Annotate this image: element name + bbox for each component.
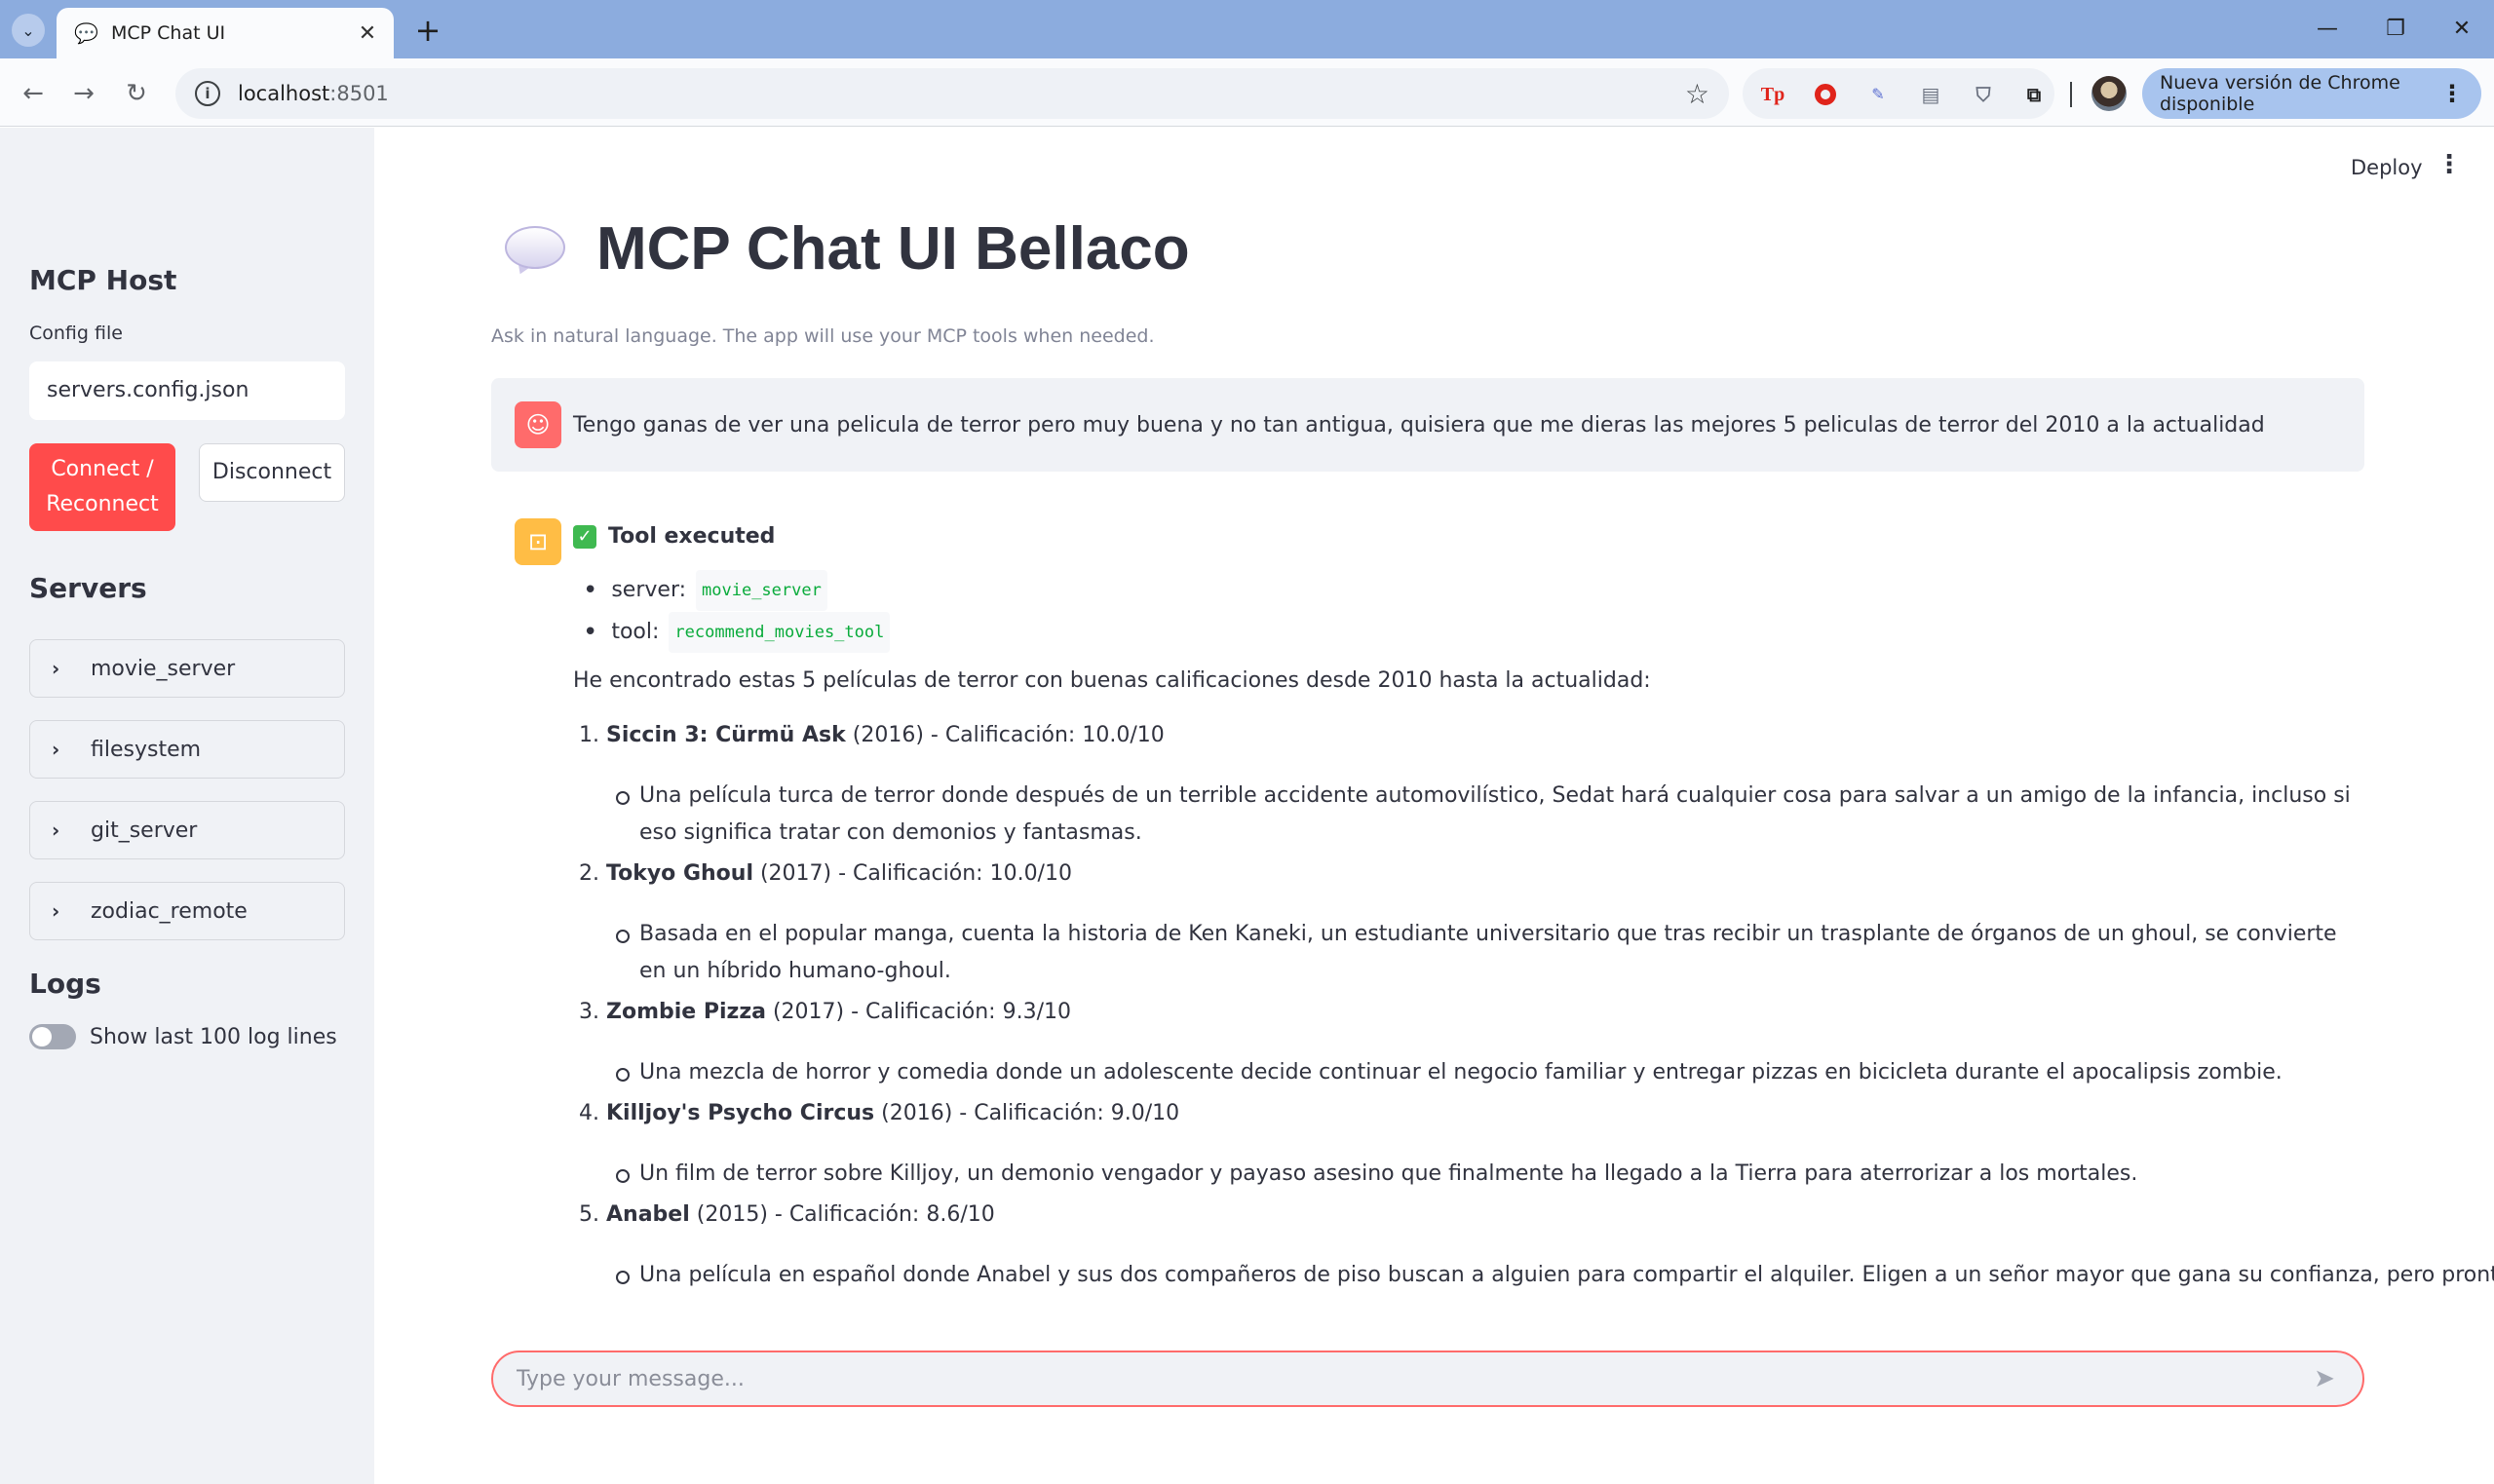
new-tab-plus-icon[interactable]: + [409,12,446,49]
url-text[interactable]: localhost:8501 [238,82,1685,105]
movie-meta: (2017) - Calificación: 9.3/10 [765,1000,1071,1024]
tp-extension-icon[interactable]: Tp [1758,80,1787,109]
page-caption: Ask in natural language. The app will us… [491,325,1155,347]
tool-code: recommend_movies_tool [669,611,891,653]
movie-description: Una película en español donde Anabel y s… [606,1257,2494,1294]
assistant-chat-message: ✓ Tool executed server: movie_server too… [573,520,2494,1294]
server-expander-zodiac-remote[interactable]: › zodiac_remote [29,882,345,940]
server-expander-movie-server[interactable]: › movie_server [29,639,345,698]
user-chat-message: ☺ Tengo ganas de ver una pelicula de ter… [491,378,2364,472]
restore-icon[interactable]: ❐ [2366,10,2425,49]
tool-executed-status: ✓ Tool executed [573,520,2366,553]
speech-bubble-icon [501,220,569,279]
chevron-right-icon: › [52,738,60,761]
shield-extension-icon[interactable]: ⛉ [1969,80,1998,109]
movie-meta: (2015) - Calificación: 8.6/10 [689,1202,995,1227]
movie-item: 4. Killjoy's Psycho Circus (2016) - Cali… [573,1095,2366,1193]
page-extension-icon[interactable]: ▤ [1916,80,1945,109]
extensions-bar: Tp ✎ ▤ ⛉ ⧉ [1743,68,2054,119]
assistant-intro-text: He encontrado estas 5 películas de terro… [573,668,1651,693]
tab-search-chevron-icon[interactable]: ⌄ [12,14,45,47]
server-expander-git-server[interactable]: › git_server [29,801,345,859]
toolbar-divider [2070,82,2072,107]
user-message-text: Tengo ganas de ver una pelicula de terro… [573,412,2265,438]
back-arrow-icon[interactable]: ← [14,74,53,113]
extensions-puzzle-icon[interactable]: ⧉ [2019,80,2049,109]
tool-server-item: server: movie_server [583,569,2366,611]
more-vertical-icon[interactable]: ⋮ [2440,80,2464,107]
send-arrow-icon[interactable]: ➤ [2310,1364,2339,1393]
address-bar[interactable]: i localhost:8501 ☆ [175,68,1729,119]
movie-meta: (2017) - Calificación: 10.0/10 [752,861,1072,886]
browser-tab[interactable]: 💬 MCP Chat UI ✕ [57,8,394,58]
movie-item: 2. Tokyo Ghoul (2017) - Calificación: 10… [573,856,2366,990]
movie-meta: (2016) - Calificación: 10.0/10 [845,723,1165,747]
movie-list: 1. Siccin 3: Cürmü Ask (2016) - Califica… [573,717,2494,1294]
main-menu-icon[interactable]: ⋮ [2436,150,2462,179]
logs-toggle-row[interactable]: Show last 100 log lines [29,1024,337,1049]
movie-description: Un film de terror sobre Killjoy, un demo… [606,1156,2366,1193]
disconnect-button[interactable]: Disconnect [199,443,345,502]
chrome-update-button[interactable]: Nueva versión de Chrome disponible ⋮ [2142,68,2481,119]
site-info-icon[interactable]: i [195,81,220,106]
window-close-icon[interactable]: ✕ [2433,10,2491,49]
config-file-label: Config file [29,323,123,344]
movie-title: Siccin 3: Cürmü Ask [606,723,846,747]
chat-input-box[interactable]: ➤ [491,1351,2364,1407]
logs-toggle-switch[interactable] [29,1024,76,1049]
logs-toggle-label: Show last 100 log lines [90,1024,337,1049]
assistant-avatar: ⊡ [515,518,561,565]
minimize-icon[interactable]: — [2298,10,2357,49]
server-expander-filesystem[interactable]: › filesystem [29,720,345,779]
chat-message-input[interactable] [517,1366,2310,1391]
user-avatar-icon: ☺ [515,401,561,448]
tab-close-icon[interactable]: ✕ [355,21,380,46]
sidebar-title: MCP Host [29,264,177,296]
chevron-right-icon: › [52,657,60,680]
movie-title: Zombie Pizza [606,1000,766,1024]
profile-avatar[interactable] [2091,76,2127,111]
movie-title: Killjoy's Psycho Circus [606,1101,875,1125]
movie-meta: (2016) - Calificación: 9.0/10 [874,1101,1180,1125]
tool-name-item: tool: recommend_movies_tool [583,611,2366,653]
chevron-right-icon: › [52,899,60,923]
server-code: movie_server [696,569,827,611]
movie-item: 3. Zombie Pizza (2017) - Calificación: 9… [573,994,2366,1091]
opera-extension-icon[interactable] [1811,80,1840,109]
sidebar: MCP Host Config file servers.config.json… [0,128,374,1484]
browser-tab-strip: ⌄ 💬 MCP Chat UI ✕ + — ❐ ✕ [0,0,2494,58]
browser-toolbar: ← → ↻ i localhost:8501 ☆ Tp ✎ ▤ ⛉ ⧉ Nuev… [0,58,2494,127]
movie-item: 5. Anabel (2015) - Calificación: 8.6/10 … [573,1197,2494,1294]
reload-icon[interactable]: ↻ [117,74,156,113]
speech-bubble-favicon-icon: 💬 [74,21,98,45]
checkmark-icon: ✓ [573,525,596,549]
logs-heading: Logs [29,968,101,1000]
movie-item: 1. Siccin 3: Cürmü Ask (2016) - Califica… [573,717,2366,852]
movie-title: Tokyo Ghoul [606,861,753,886]
bookmark-star-icon[interactable]: ☆ [1685,78,1709,110]
chevron-right-icon: › [52,818,60,842]
update-label: Nueva versión de Chrome disponible [2160,72,2400,115]
connect-reconnect-button[interactable]: Connect / Reconnect [29,443,175,531]
config-file-input[interactable]: servers.config.json [29,361,345,420]
page-title: MCP Chat UI Bellaco [501,214,1190,284]
tool-details-list: server: movie_server tool: recommend_mov… [583,569,2366,653]
page-title-text: MCP Chat UI Bellaco [596,215,1190,283]
movie-description: Una película turca de terror donde despu… [606,778,2366,852]
movie-description: Basada en el popular manga, cuenta la hi… [606,916,2366,990]
robot-avatar-icon: ⊡ [515,518,561,565]
puzzle-art-extension-icon[interactable]: ✎ [1863,80,1893,109]
forward-arrow-icon[interactable]: → [64,74,103,113]
deploy-button[interactable]: Deploy [2351,156,2423,179]
tab-title: MCP Chat UI [111,22,226,44]
movie-description: Una mezcla de horror y comedia donde un … [606,1054,2366,1091]
servers-heading: Servers [29,572,147,604]
movie-title: Anabel [606,1202,690,1227]
